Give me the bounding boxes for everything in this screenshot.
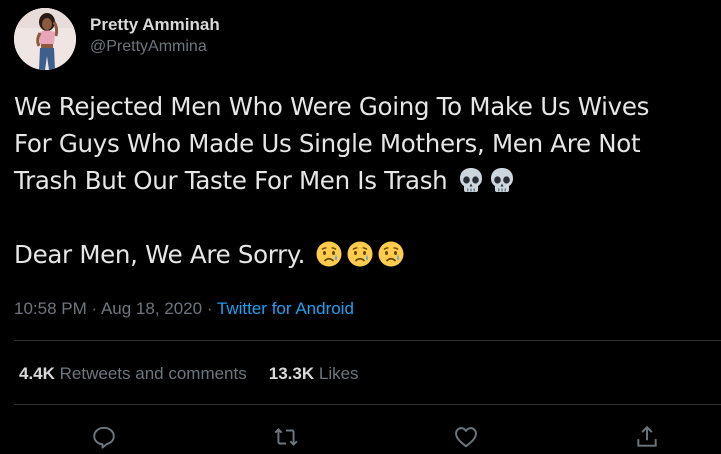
retweets-stat[interactable]: 4.4K Retweets and comments	[19, 364, 247, 383]
tweet-text-line-5: Dear Men, We Are Sorry.	[14, 236, 714, 273]
sad-tear-emoji	[378, 241, 404, 267]
avatar-photo	[14, 8, 76, 70]
retweets-count: 4.4K	[19, 364, 55, 383]
tweet-text-line: Dear Men, We Are Sorry.	[14, 240, 306, 269]
like-icon[interactable]	[453, 424, 479, 450]
divider	[14, 340, 721, 341]
skull-emoji	[491, 168, 514, 192]
likes-stat[interactable]: 13.3K Likes	[269, 364, 359, 383]
tweet-text-line: We Rejected Men Who Were Going To Make U…	[14, 92, 650, 121]
meta-separator: ·	[202, 299, 217, 318]
tweet-header: Pretty Amminah @PrettyAmmina	[14, 8, 220, 70]
reply-icon[interactable]	[91, 424, 117, 450]
tweet-date[interactable]: Aug 18, 2020	[101, 299, 202, 318]
tweet-source-link[interactable]: Twitter for Android	[217, 299, 354, 318]
tweet-text-line-3: Trash But Our Taste For Men Is Trash	[14, 162, 714, 199]
retweet-icon[interactable]	[273, 424, 299, 450]
sad-tear-emoji	[316, 241, 342, 267]
tweet-stats: 4.4K Retweets and comments 13.3K Likes	[19, 364, 381, 384]
retweets-label: Retweets and comments	[59, 364, 247, 383]
user-handle[interactable]: @PrettyAmmina	[90, 36, 220, 58]
sad-tear-emoji	[347, 241, 373, 267]
tweet-text-line: Trash But Our Taste For Men Is Trash	[14, 166, 448, 195]
tweet-card: Pretty Amminah @PrettyAmmina We Rejected…	[0, 0, 721, 454]
share-icon[interactable]	[634, 424, 660, 450]
tweet-text: We Rejected Men Who Were Going To Make U…	[14, 88, 714, 273]
likes-label: Likes	[318, 364, 359, 383]
divider	[14, 404, 721, 405]
tweet-text-line: For Guys Who Made Us Single Mothers, Men…	[14, 129, 641, 158]
tweet-meta: 10:58 PM · Aug 18, 2020 · Twitter for An…	[14, 299, 354, 319]
display-name[interactable]: Pretty Amminah	[90, 14, 220, 36]
meta-separator: ·	[86, 299, 101, 318]
tweet-time[interactable]: 10:58 PM	[14, 299, 87, 318]
author-names: Pretty Amminah @PrettyAmmina	[90, 14, 220, 58]
action-bar	[0, 418, 721, 454]
skull-emoji	[460, 168, 483, 192]
likes-count: 13.3K	[268, 364, 315, 383]
avatar[interactable]	[14, 8, 76, 70]
